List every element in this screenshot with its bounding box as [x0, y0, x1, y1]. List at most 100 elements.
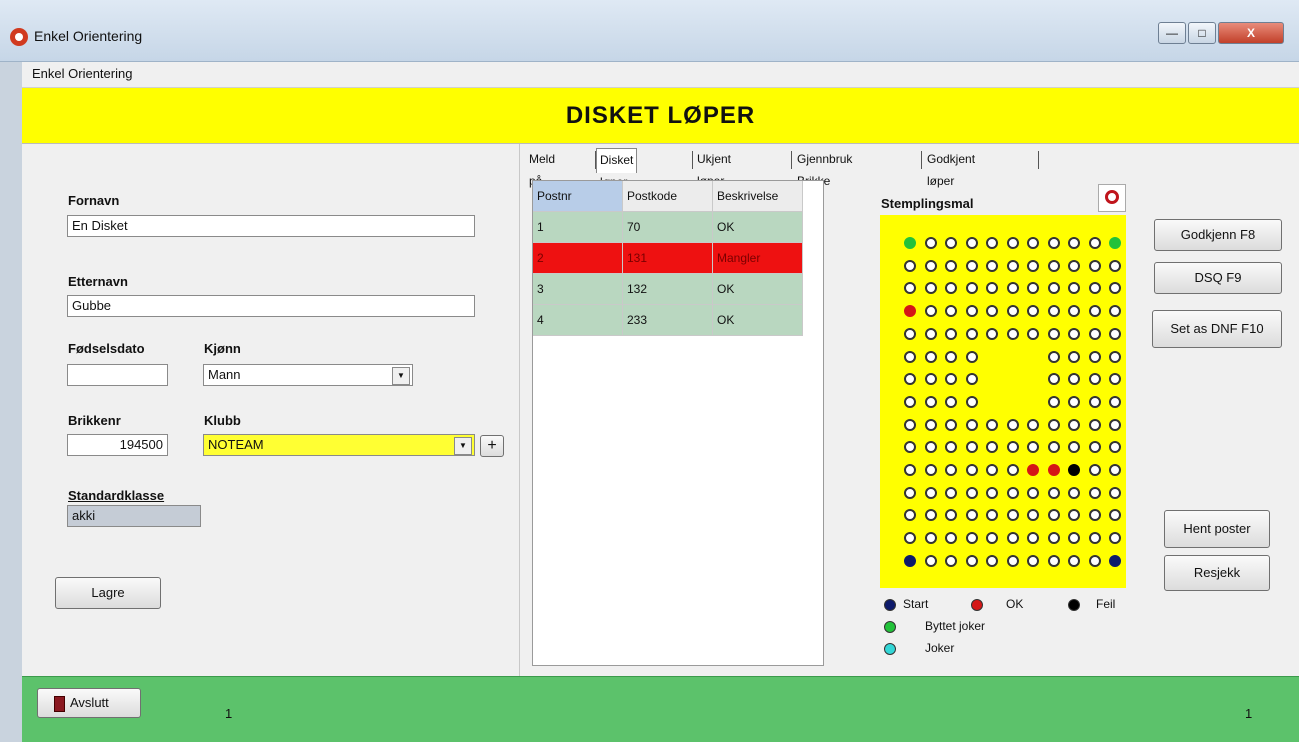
punch-empty: [1109, 464, 1121, 476]
punch-empty: [986, 305, 998, 318]
table-cell[interactable]: 70: [623, 212, 713, 243]
punch-empty: [1088, 486, 1101, 499]
punch-empty: [1047, 395, 1060, 408]
approve-button[interactable]: Godkjenn F8: [1154, 219, 1282, 251]
table-cell[interactable]: 132: [623, 274, 713, 305]
punch-empty: [986, 441, 998, 454]
fetch-controls-button[interactable]: Hent poster: [1164, 510, 1270, 548]
punch-empty: [1006, 532, 1019, 545]
legend-joker-dot: [884, 643, 896, 655]
punch-empty: [945, 441, 957, 454]
tab-reuse-chip[interactable]: Gjennbruk Brikke: [794, 148, 855, 188]
birth-date-field[interactable]: [67, 364, 168, 386]
punch-empty: [945, 395, 957, 408]
add-club-button[interactable]: +: [480, 435, 504, 457]
legend-error-label: Feil: [1096, 597, 1116, 611]
table-cell[interactable]: 3: [533, 274, 623, 305]
chip-number-field[interactable]: 194500: [67, 434, 168, 456]
table-cell[interactable]: OK: [713, 305, 803, 336]
punch-empty: [1109, 282, 1121, 295]
chevron-down-icon[interactable]: ▼: [454, 437, 472, 455]
legend-joker-label: Joker: [925, 641, 955, 655]
tab-approved-runner[interactable]: Godkjent løper: [924, 148, 978, 188]
punch-empty: [1109, 305, 1121, 318]
save-button[interactable]: Lagre: [55, 577, 161, 609]
punch-ok: [904, 305, 916, 318]
table-cell[interactable]: 131: [623, 243, 713, 274]
table-cell[interactable]: OK: [713, 274, 803, 305]
punch-empty: [965, 464, 978, 476]
tab-register[interactable]: Meld på: [526, 148, 558, 188]
close-button[interactable]: X: [1218, 22, 1284, 44]
club-label: Klubb: [204, 413, 241, 428]
gender-select[interactable]: Mann ▼: [203, 364, 413, 386]
set-dnf-button[interactable]: Set as DNF F10: [1152, 310, 1282, 348]
legend-replaced-dot: [884, 621, 896, 633]
tab-unknown-runner[interactable]: Ukjent løper: [694, 148, 734, 188]
punch-empty: [1047, 532, 1060, 545]
punch-empty: [904, 532, 916, 545]
punch-empty: [904, 327, 916, 340]
birth-date-label: Fødselsdato: [68, 341, 145, 356]
maximize-button[interactable]: □: [1188, 22, 1216, 44]
tab-disqualified-runner[interactable]: Disket løper: [596, 148, 638, 189]
punch-empty: [1006, 509, 1019, 522]
punch-empty: [924, 395, 937, 408]
punch-empty: [904, 486, 916, 499]
punch-empty: [924, 418, 937, 431]
punch-empty: [924, 554, 937, 567]
gender-label: Kjønn: [204, 341, 241, 356]
punch-empty: [945, 305, 957, 318]
refresh-logo-icon[interactable]: [1098, 184, 1126, 212]
table-cell[interactable]: Mangler: [713, 243, 803, 274]
club-select[interactable]: NOTEAM ▼: [203, 434, 475, 456]
tab-divider: [1038, 151, 1039, 169]
punch-empty: [986, 486, 998, 499]
gender-value: Mann: [208, 367, 241, 382]
recheck-button[interactable]: Resjekk: [1164, 555, 1270, 591]
table-cell[interactable]: OK: [713, 212, 803, 243]
tab-divider: [921, 151, 922, 169]
punch-empty: [1109, 441, 1121, 454]
punch-empty: [1006, 486, 1019, 499]
punch-empty: [1088, 305, 1101, 318]
punch-empty: [1068, 305, 1080, 318]
controls-table: Postnr Postkode Beskrivelse 1 70 OK 2 13…: [532, 180, 824, 666]
punch-empty: [945, 327, 957, 340]
table-cell[interactable]: 233: [623, 305, 713, 336]
punch-empty: [1109, 259, 1121, 272]
punch-empty: [986, 464, 998, 476]
last-name-field[interactable]: Gubbe: [67, 295, 475, 317]
legend-error-dot: [1068, 599, 1080, 611]
minimize-button[interactable]: —: [1158, 22, 1186, 44]
punch-empty: [986, 532, 998, 545]
table-cell[interactable]: 4: [533, 305, 623, 336]
dsq-button[interactable]: DSQ F9: [1154, 262, 1282, 294]
punch-empty: [1006, 237, 1019, 249]
table-cell[interactable]: 1: [533, 212, 623, 243]
table-cell[interactable]: 2: [533, 243, 623, 274]
punch-empty: [1006, 327, 1019, 340]
footer-left-count: 1: [225, 706, 233, 721]
table-header-control-code[interactable]: Postkode: [623, 181, 713, 212]
menu-item-app[interactable]: Enkel Orientering: [32, 66, 132, 81]
punch-empty: [1006, 554, 1019, 567]
punch-empty: [965, 282, 978, 295]
standard-class-field: akki: [67, 505, 201, 527]
punch-empty: [1088, 259, 1101, 272]
punch-empty: [1088, 282, 1101, 295]
table-header-description[interactable]: Beskrivelse: [713, 181, 803, 212]
first-name-field[interactable]: En Disket: [67, 215, 475, 237]
exit-button[interactable]: Avslutt: [37, 688, 141, 718]
punch-empty: [945, 350, 957, 363]
punch-empty: [945, 259, 957, 272]
punch-empty: [1068, 532, 1080, 545]
punch-empty: [965, 509, 978, 522]
punch-empty: [1047, 373, 1060, 386]
punch-empty: [1027, 554, 1039, 567]
tab-divider: [692, 151, 693, 169]
punch-empty: [1068, 486, 1080, 499]
table-header-control-number[interactable]: Postnr: [533, 181, 623, 212]
chevron-down-icon[interactable]: ▼: [392, 367, 410, 385]
punch-empty: [924, 532, 937, 545]
